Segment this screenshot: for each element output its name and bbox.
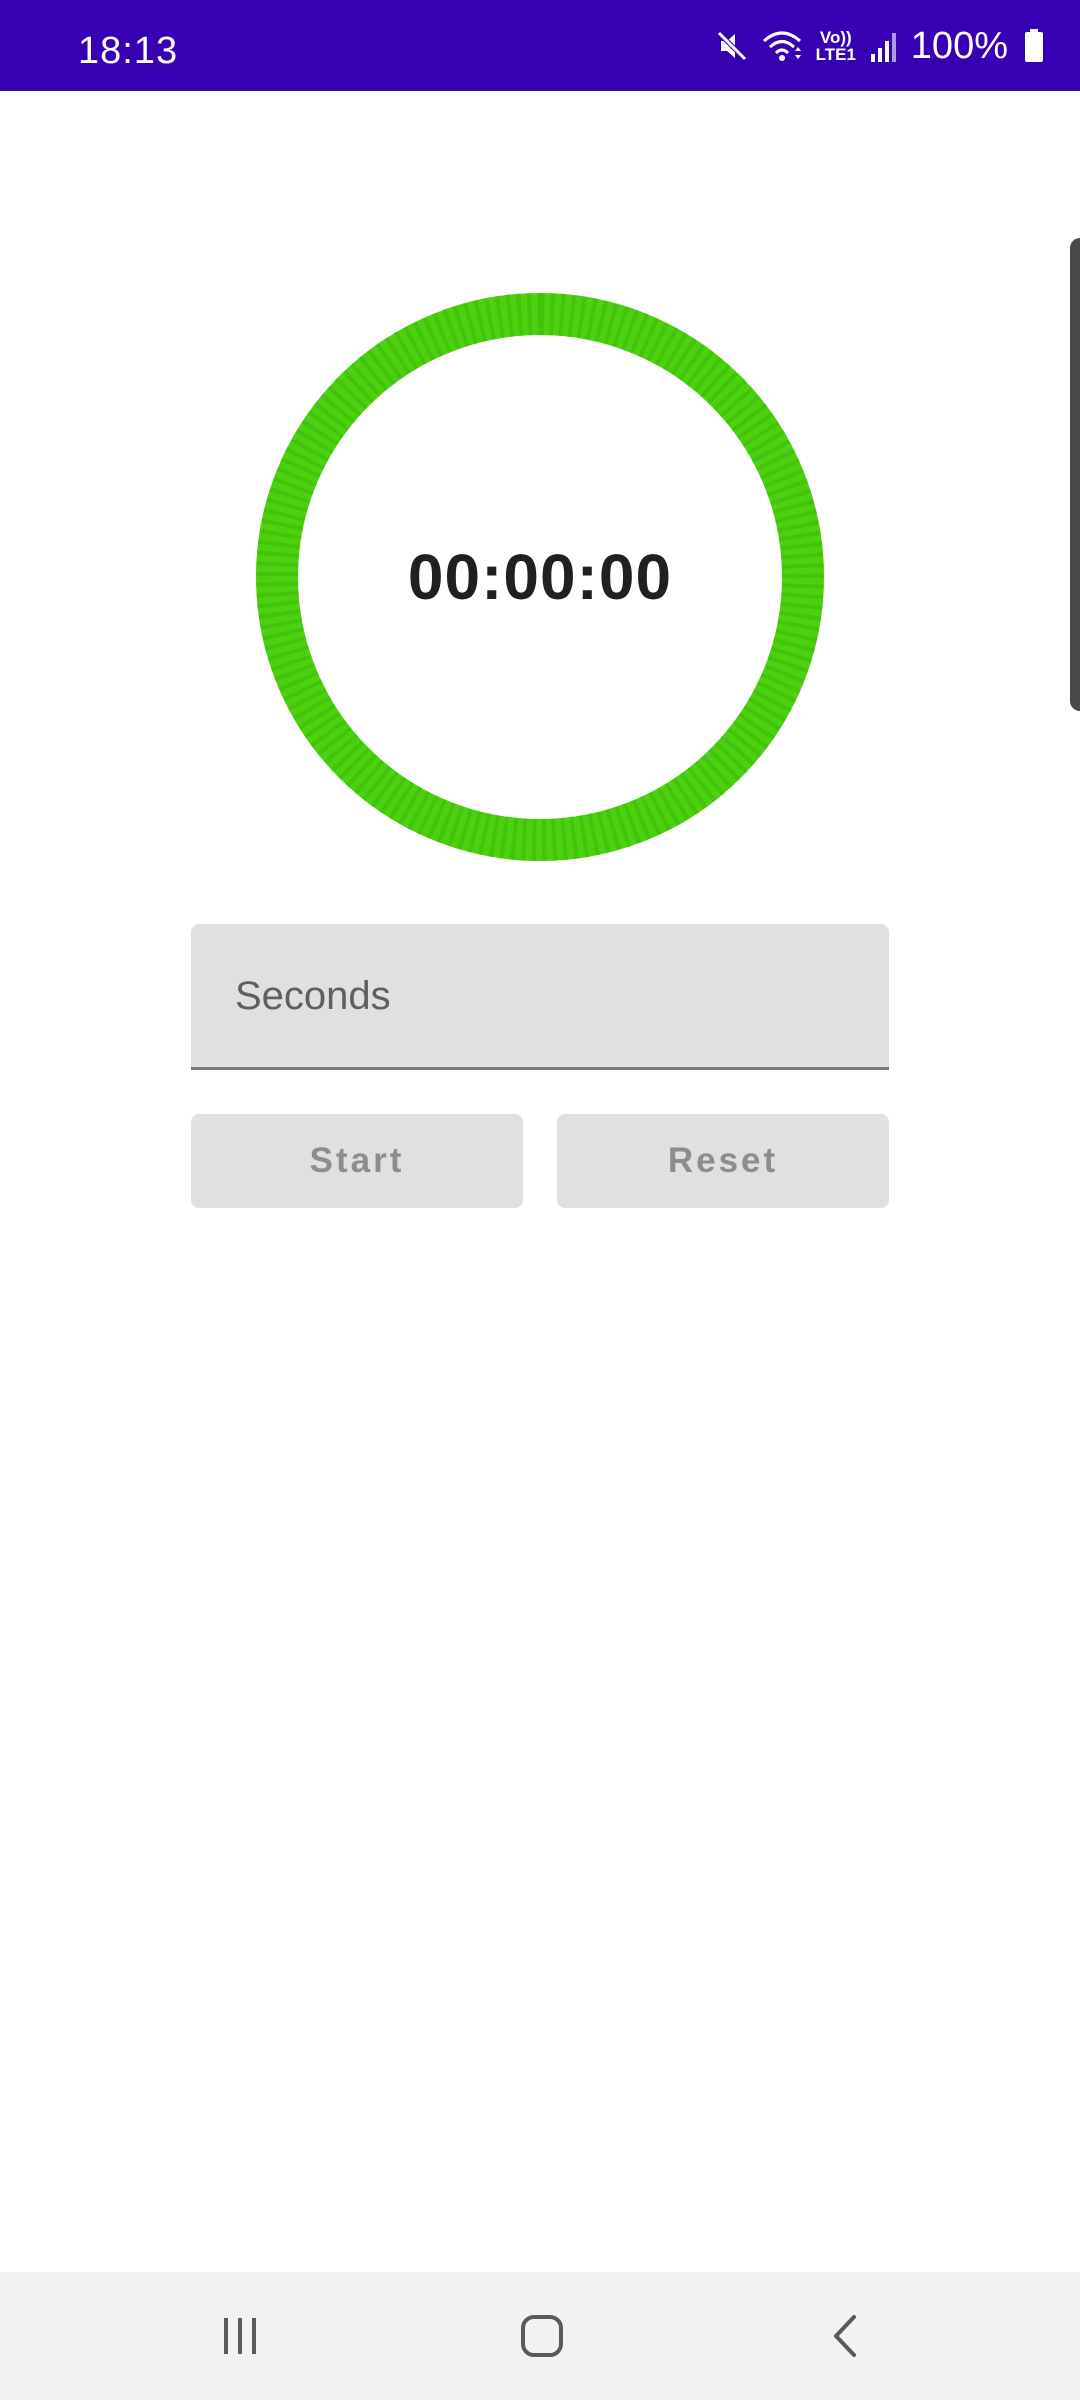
seconds-input[interactable] bbox=[233, 924, 857, 1069]
edge-panel-handle[interactable] bbox=[1070, 238, 1080, 711]
back-icon bbox=[834, 2315, 856, 2357]
battery-percent: 100% bbox=[910, 24, 1008, 67]
status-time: 18:13 bbox=[78, 30, 179, 72]
progress-ring: 00:00:00 bbox=[256, 293, 824, 861]
home-button[interactable] bbox=[482, 2272, 602, 2400]
start-button[interactable]: Start bbox=[191, 1114, 523, 1208]
reset-button[interactable]: Reset bbox=[557, 1114, 889, 1208]
status-bar: 18:13 Vo)) LTE1 100% bbox=[0, 0, 1080, 91]
recents-button[interactable] bbox=[180, 2272, 300, 2400]
recents-icon bbox=[224, 2318, 256, 2354]
navigation-bar bbox=[0, 2272, 1080, 2400]
timer-display: 00:00:00 bbox=[407, 541, 673, 613]
signal-icon bbox=[869, 30, 899, 62]
back-button[interactable] bbox=[784, 2272, 904, 2400]
status-icons: Vo)) LTE1 100% bbox=[715, 22, 1044, 70]
battery-icon bbox=[1024, 29, 1044, 63]
home-icon bbox=[521, 2315, 563, 2357]
wifi-icon bbox=[761, 29, 803, 63]
seconds-field[interactable] bbox=[191, 924, 889, 1070]
lte-icon: Vo)) LTE1 bbox=[815, 28, 856, 64]
mute-icon bbox=[715, 29, 749, 63]
